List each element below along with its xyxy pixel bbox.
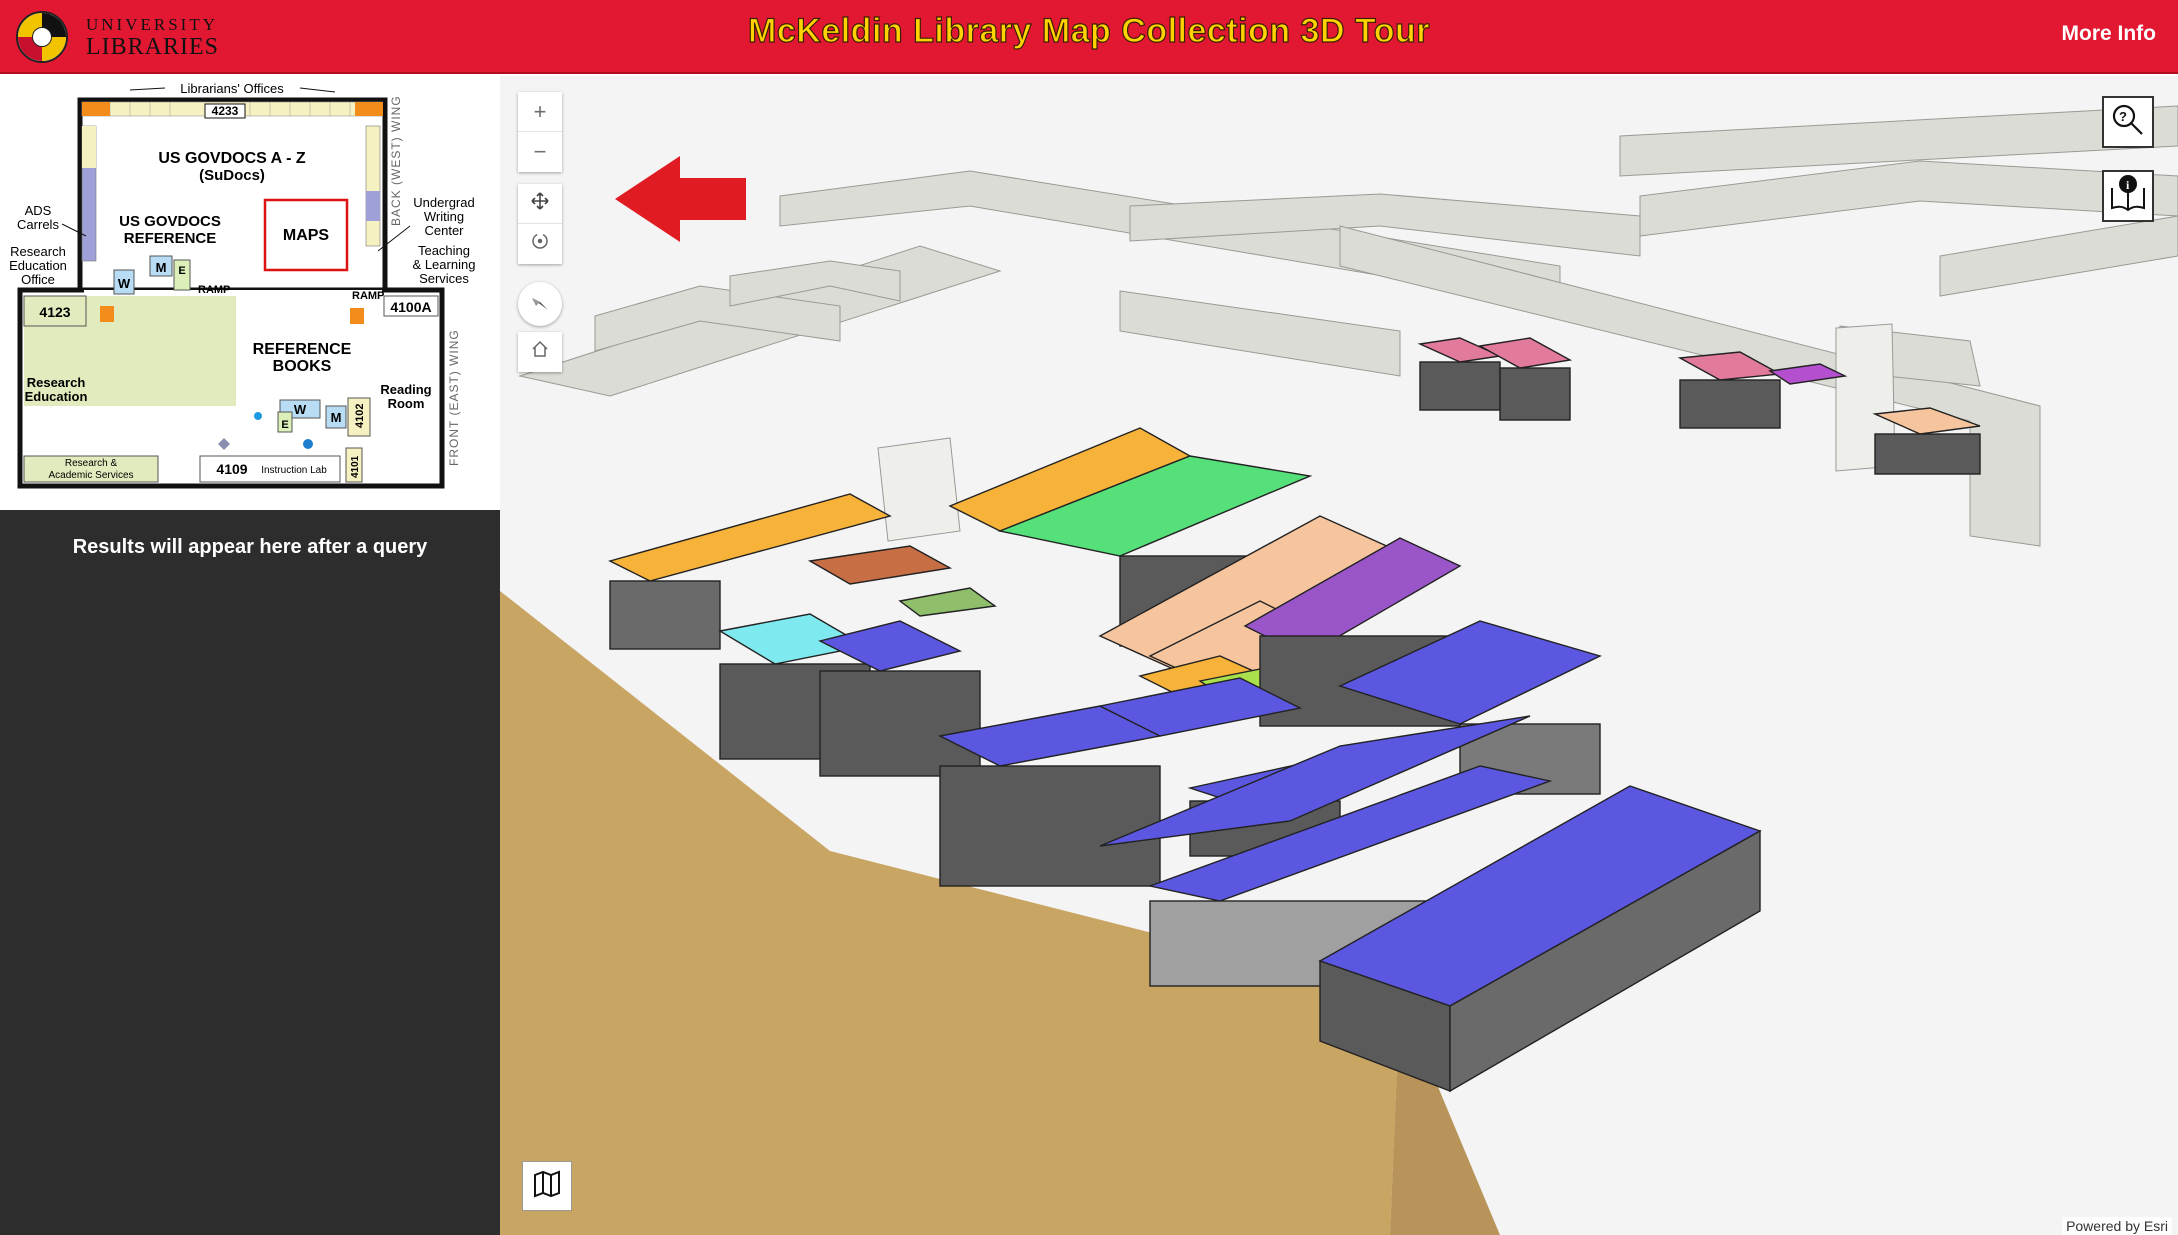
elevator-e-top: E <box>178 265 185 277</box>
page-title: McKeldin Library Map Collection 3D Tour <box>747 11 1430 50</box>
basemap-toggle-button[interactable] <box>522 1161 572 1211</box>
room-4109-label: 4109 <box>216 461 247 477</box>
home-icon <box>530 339 550 365</box>
esri-attribution[interactable]: Powered by Esri <box>2062 1217 2172 1235</box>
room-4100a-label: 4100A <box>390 299 431 315</box>
ads-label-1: ADS <box>25 203 52 218</box>
pan-button[interactable] <box>518 184 562 224</box>
room-4101-label: 4101 <box>350 455 361 478</box>
svg-text:?: ? <box>2119 109 2127 124</box>
ramp-label-right: RAMP <box>352 290 384 302</box>
query-results-message: Results will appear here after a query <box>72 536 428 558</box>
zoom-out-button[interactable]: − <box>518 132 562 172</box>
research-academic-label-1: Research & <box>65 458 118 469</box>
writing-center-1: Undergrad <box>413 195 474 210</box>
floor-plan-map[interactable]: 4233 Librarians' Offices US GOVDOCS A - … <box>0 76 500 510</box>
ramp-label-left: RAMP <box>198 284 230 296</box>
research-academic-label-2: Academic Services <box>48 470 133 481</box>
teaching-label-3: Services <box>419 271 469 286</box>
basemap-icon <box>531 1168 563 1205</box>
writing-center-2: Writing <box>424 209 464 224</box>
teaching-label-1: Teaching <box>418 243 470 258</box>
reference-books-label-1: REFERENCE <box>253 341 352 358</box>
navigation-mode-controls <box>518 184 562 264</box>
room-4233-label: 4233 <box>212 104 239 118</box>
research-education-label-1: Research <box>27 375 86 390</box>
ads-label-2: Carrels <box>17 217 59 232</box>
home-control <box>518 332 562 372</box>
home-button[interactable] <box>518 332 562 372</box>
sudocs-label: (SuDocs) <box>199 167 265 184</box>
reading-room-label-1: Reading <box>380 382 431 397</box>
librarians-offices-label: Librarians' Offices <box>180 81 284 96</box>
research-ed-office-2: Education <box>9 258 67 273</box>
rotate-button[interactable] <box>518 224 562 264</box>
reading-room-label-2: Room <box>388 396 425 411</box>
research-ed-office-3: Office <box>21 272 55 287</box>
search-help-icon: ? <box>2109 101 2147 144</box>
more-info-link[interactable]: More Info <box>2062 22 2157 46</box>
govdocs-ref-label-2: REFERENCE <box>124 230 217 247</box>
elevator-e-bottom: E <box>281 419 288 431</box>
back-wing-label: BACK (WEST) WING <box>389 95 403 226</box>
instruction-lab-label: Instruction Lab <box>261 465 327 476</box>
restroom-w-top: W <box>118 276 131 291</box>
compass-control[interactable] <box>518 282 562 326</box>
scene-view-3d[interactable]: + − ? i Powered by Esri <box>500 76 2178 1235</box>
book-info-icon: i <box>2108 174 2148 219</box>
govdocs-az-label: US GOVDOCS A - Z <box>158 150 305 167</box>
room-4123-label: 4123 <box>39 304 70 320</box>
writing-center-3: Center <box>424 223 464 238</box>
restroom-m-bottom: M <box>331 410 342 425</box>
rotate-icon <box>530 231 550 257</box>
compass-icon[interactable] <box>518 282 562 326</box>
app-header: UNIVERSITY LIBRARIES McKeldin Library Ma… <box>0 0 2178 74</box>
maps-room-label[interactable]: MAPS <box>283 227 330 244</box>
front-wing-label: FRONT (EAST) WING <box>447 329 461 466</box>
zoom-controls: + − <box>518 92 562 172</box>
search-help-button[interactable]: ? <box>2102 96 2154 148</box>
pan-icon <box>530 191 550 217</box>
book-info-button[interactable]: i <box>2102 170 2154 222</box>
reference-books-label-2: BOOKS <box>273 358 332 375</box>
teaching-label-2: & Learning <box>413 257 476 272</box>
govdocs-ref-label-1: US GOVDOCS <box>119 213 221 230</box>
sidebar-panel: 4233 Librarians' Offices US GOVDOCS A - … <box>0 76 500 1235</box>
research-ed-office-1: Research <box>10 244 66 259</box>
zoom-in-button[interactable]: + <box>518 92 562 132</box>
restroom-w-bottom: W <box>294 402 307 417</box>
room-4102-label: 4102 <box>354 404 366 428</box>
restroom-m-top: M <box>156 260 167 275</box>
research-education-label-2: Education <box>25 389 88 404</box>
